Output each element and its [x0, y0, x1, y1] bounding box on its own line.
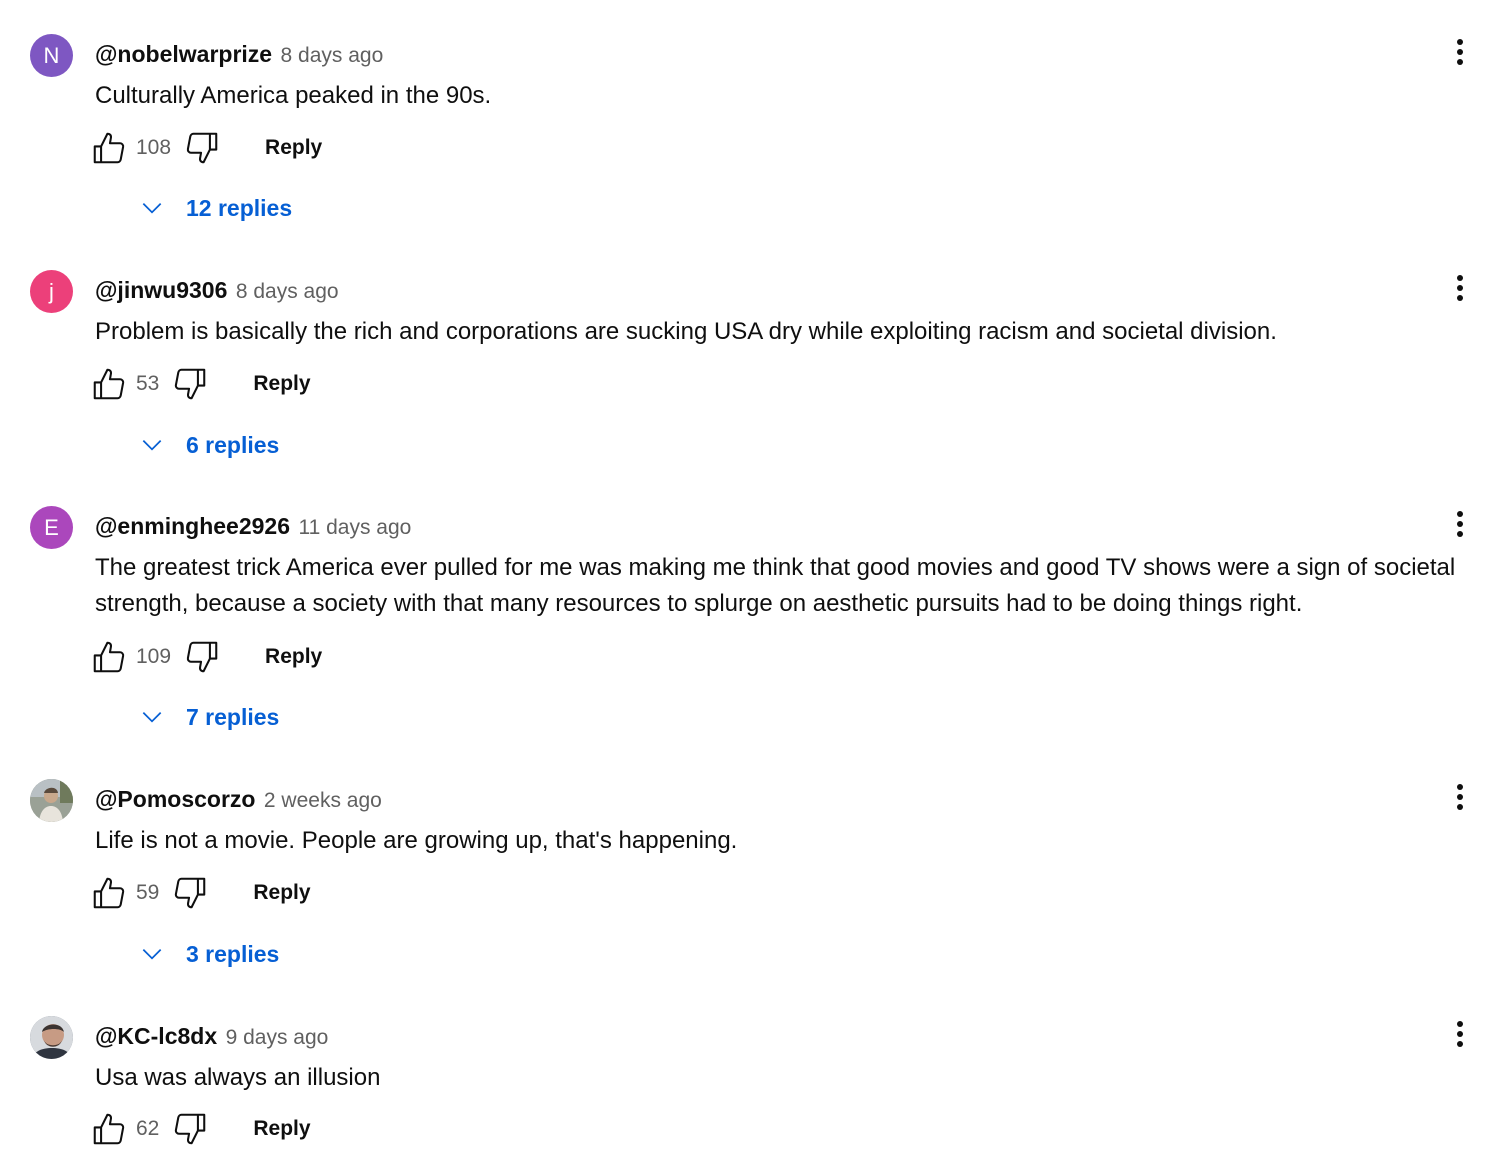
more-vert-icon — [1457, 39, 1463, 65]
dislike-button[interactable] — [171, 874, 209, 912]
avatar[interactable]: j — [30, 270, 73, 313]
like-count: 109 — [136, 645, 172, 668]
comment-time[interactable]: 8 days ago — [281, 44, 384, 67]
like-count: 108 — [136, 136, 172, 159]
thumbs-down-icon — [175, 877, 206, 909]
thumbs-up-icon — [93, 1113, 125, 1145]
comment-actions: 59 Reply — [90, 873, 311, 913]
comment-thread: E @enminghee2926 11 days ago The greates… — [0, 506, 1510, 742]
view-replies-button[interactable]: 6 replies — [132, 425, 279, 465]
like-button[interactable] — [90, 365, 128, 403]
more-vert-icon — [1457, 784, 1463, 810]
more-actions-button[interactable] — [1447, 508, 1473, 548]
like-button[interactable] — [90, 129, 128, 167]
chevron-down-icon — [142, 712, 162, 723]
dislike-button[interactable] — [183, 129, 221, 167]
comment-text: The greatest trick America ever pulled f… — [95, 554, 1456, 617]
comment-text: Life is not a movie. People are growing … — [95, 827, 738, 854]
more-vert-icon — [1457, 275, 1463, 301]
thumbs-up-icon — [93, 641, 125, 673]
more-actions-button[interactable] — [1447, 781, 1473, 821]
reply-button[interactable]: Reply — [253, 372, 310, 396]
thumbs-down-icon — [186, 132, 218, 164]
comment-thread: @Pomoscorzo 2 weeks ago Life is not a mo… — [0, 779, 1510, 979]
avatar[interactable]: E — [30, 506, 73, 549]
more-actions-button[interactable] — [1447, 1018, 1473, 1058]
thumbs-down-icon — [175, 368, 206, 400]
replies-count-label: 12 replies — [186, 194, 293, 221]
avatar[interactable] — [30, 1016, 73, 1059]
reply-button[interactable]: Reply — [265, 136, 322, 160]
comment-thread: @KC-lc8dx 9 days ago Usa was always an i… — [0, 1016, 1510, 1174]
comments-section: N @nobelwarprize 8 days ago Culturally A… — [0, 0, 1510, 1174]
comment-header: @Pomoscorzo 2 weeks ago — [95, 785, 382, 817]
chevron-down-icon — [142, 949, 162, 960]
view-replies-button[interactable]: 7 replies — [132, 697, 279, 737]
comment-actions: 109 Reply — [90, 637, 322, 677]
comment-header: @enminghee2926 11 days ago — [95, 512, 411, 544]
more-actions-button[interactable] — [1447, 272, 1473, 312]
user-photo-icon — [30, 779, 73, 822]
thumbs-down-icon — [175, 1113, 206, 1145]
chevron-down-icon — [142, 203, 162, 214]
comment-actions: 53 Reply — [90, 364, 311, 404]
author-name[interactable]: @KC-lc8dx — [95, 1023, 217, 1049]
comment-thread: N @nobelwarprize 8 days ago Culturally A… — [0, 34, 1510, 234]
thumbs-down-icon — [186, 641, 218, 673]
more-actions-button[interactable] — [1447, 36, 1473, 76]
comment-header: @nobelwarprize 8 days ago — [95, 40, 383, 72]
comment-thread: j @jinwu9306 8 days ago Problem is basic… — [0, 270, 1510, 470]
view-replies-button[interactable]: 3 replies — [132, 934, 279, 974]
dislike-button[interactable] — [171, 365, 209, 403]
author-name[interactable]: @jinwu9306 — [95, 277, 227, 303]
comment-header: @jinwu9306 8 days ago — [95, 276, 339, 308]
comment-actions: 62 Reply — [90, 1109, 311, 1149]
comment-time[interactable]: 9 days ago — [226, 1026, 329, 1049]
thumbs-up-icon — [93, 368, 125, 400]
avatar[interactable]: N — [30, 34, 73, 77]
reply-button[interactable]: Reply — [253, 1117, 310, 1141]
replies-count-label: 7 replies — [186, 703, 280, 730]
dislike-button[interactable] — [171, 1110, 209, 1148]
thumbs-up-icon — [93, 877, 125, 909]
avatar[interactable] — [30, 779, 73, 822]
user-photo-icon — [30, 1016, 73, 1059]
comment-header: @KC-lc8dx 9 days ago — [95, 1022, 328, 1054]
thumbs-up-icon — [93, 132, 125, 164]
comment-text: Problem is basically the rich and corpor… — [95, 318, 1277, 345]
more-vert-icon — [1457, 1021, 1463, 1047]
chevron-down-icon — [142, 440, 162, 451]
comment-actions: 108 Reply — [90, 128, 322, 168]
like-button[interactable] — [90, 1110, 128, 1148]
view-replies-button[interactable]: 12 replies — [132, 188, 292, 228]
replies-count-label: 3 replies — [186, 940, 280, 967]
comment-time[interactable]: 11 days ago — [298, 516, 411, 539]
author-name[interactable]: @enminghee2926 — [95, 513, 290, 539]
more-vert-icon — [1457, 511, 1463, 537]
like-button[interactable] — [90, 638, 128, 676]
like-count: 59 — [136, 881, 160, 904]
author-name[interactable]: @Pomoscorzo — [95, 786, 255, 812]
comment-text: Usa was always an illusion — [95, 1064, 381, 1091]
like-count: 53 — [136, 372, 160, 395]
like-count: 62 — [136, 1117, 160, 1140]
replies-count-label: 6 replies — [186, 431, 280, 458]
comment-text: Culturally America peaked in the 90s. — [95, 82, 492, 109]
comment-time[interactable]: 8 days ago — [236, 280, 339, 303]
comment-time[interactable]: 2 weeks ago — [264, 789, 382, 812]
like-button[interactable] — [90, 874, 128, 912]
reply-button[interactable]: Reply — [265, 645, 322, 669]
reply-button[interactable]: Reply — [253, 881, 310, 905]
author-name[interactable]: @nobelwarprize — [95, 41, 272, 67]
dislike-button[interactable] — [183, 638, 221, 676]
